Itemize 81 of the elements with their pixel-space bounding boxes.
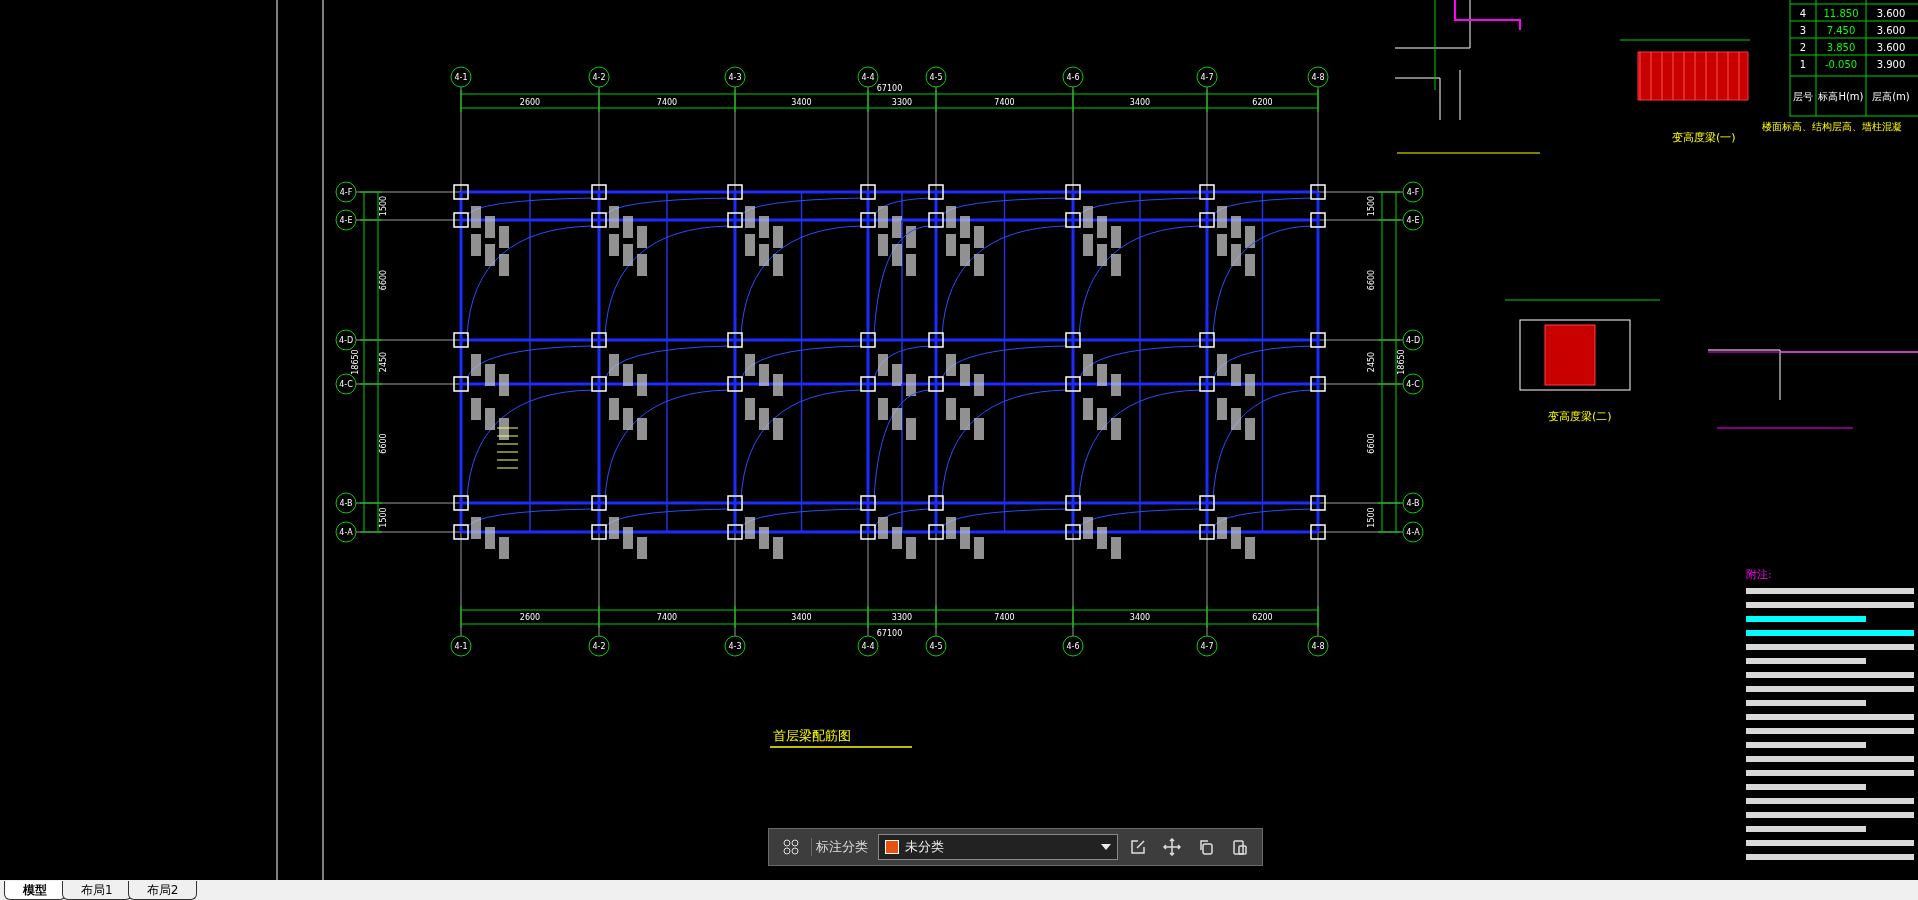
axis-bubble: 4-2 bbox=[588, 66, 610, 88]
table-cell: 3.900 bbox=[1876, 59, 1906, 70]
axis-bubble: 4-5 bbox=[925, 66, 947, 88]
table-cell: 标高H(m) bbox=[1818, 91, 1864, 102]
axis-bubble: 4-1 bbox=[450, 635, 472, 657]
dimension-label: 6600 bbox=[1367, 433, 1376, 454]
axis-bubble: 4-6 bbox=[1062, 635, 1084, 657]
axis-bubble: 4-D bbox=[1402, 329, 1424, 351]
axis-bubble: 4-D bbox=[335, 329, 357, 351]
dimension-label: 3400 bbox=[791, 613, 812, 622]
layout-tab[interactable]: 模型 bbox=[4, 881, 66, 900]
axis-bubble: 4-C bbox=[1402, 373, 1424, 395]
dimension-label: 6600 bbox=[1367, 269, 1376, 291]
table-cell: 层高(m) bbox=[1872, 91, 1910, 102]
category-dropdown[interactable]: 未分类 bbox=[878, 834, 1118, 860]
dimension-label: 7400 bbox=[994, 98, 1015, 107]
axis-bubble: 4-7 bbox=[1196, 66, 1218, 88]
dimension-label: 6600 bbox=[379, 433, 388, 454]
detail-title: 变高度梁(一) bbox=[1672, 131, 1736, 144]
axis-bubble: 4-6 bbox=[1062, 66, 1084, 88]
axis-bubble: 4-F bbox=[1402, 181, 1424, 203]
layout-tab[interactable]: 布局2 bbox=[127, 881, 198, 900]
dimension-label: 7400 bbox=[656, 98, 678, 107]
axis-bubble: 4-3 bbox=[724, 635, 746, 657]
table-cell: 2 bbox=[1799, 42, 1807, 53]
dimension-label: 1500 bbox=[379, 195, 388, 217]
table-cell: 11.850 bbox=[1823, 8, 1859, 19]
dimension-label: 2600 bbox=[519, 613, 541, 622]
table-cell: 层号 bbox=[1793, 91, 1813, 102]
axis-bubble: 4-8 bbox=[1307, 66, 1329, 88]
dimension-label: 6200 bbox=[1252, 613, 1273, 622]
dimension-label: 67100 bbox=[876, 629, 903, 638]
drawing-title: 首层梁配筋图 bbox=[773, 728, 851, 743]
table-cell: 7.450 bbox=[1826, 25, 1856, 36]
dimension-label: 6200 bbox=[1252, 98, 1273, 107]
toolbar-label: 标注分类 bbox=[811, 838, 872, 856]
dimension-label: 2450 bbox=[379, 351, 388, 373]
axis-bubble: 4-7 bbox=[1196, 635, 1218, 657]
axis-bubble: 4-2 bbox=[588, 635, 610, 657]
dimension-label: 3400 bbox=[1129, 98, 1151, 107]
table-cell: 3.600 bbox=[1876, 8, 1906, 19]
table-cell: 4 bbox=[1799, 8, 1807, 19]
caret-icon bbox=[1101, 844, 1111, 850]
dimension-label: 18650 bbox=[351, 349, 360, 375]
dimension-label: 67100 bbox=[876, 84, 903, 93]
dimension-label: 1500 bbox=[379, 507, 388, 528]
axis-bubble: 4-C bbox=[335, 373, 357, 395]
dimension-label: 3400 bbox=[791, 98, 812, 107]
axis-bubble: 4-E bbox=[335, 209, 357, 231]
axis-bubble: 4-B bbox=[1402, 492, 1424, 514]
dimension-label: 3400 bbox=[1129, 613, 1151, 622]
axis-bubble: 4-E bbox=[1402, 209, 1424, 231]
dimension-label: 3300 bbox=[891, 613, 913, 622]
dimension-label: 7400 bbox=[994, 613, 1015, 622]
dimension-label: 3300 bbox=[891, 98, 913, 107]
axis-bubble: 4-8 bbox=[1307, 635, 1329, 657]
table-cell: 3.850 bbox=[1826, 42, 1856, 53]
notes-heading: 附注: bbox=[1746, 568, 1772, 581]
dimension-label: 6600 bbox=[379, 269, 388, 291]
dimension-label: 2450 bbox=[1367, 351, 1376, 373]
dimension-label: 2600 bbox=[519, 98, 541, 107]
table-cell: -0.050 bbox=[1824, 59, 1858, 70]
table-cell: 3.600 bbox=[1876, 42, 1906, 53]
detail-title: 变高度梁(二) bbox=[1548, 410, 1612, 423]
table-cell: 3.600 bbox=[1876, 25, 1906, 36]
table-cell: 1 bbox=[1799, 59, 1807, 70]
axis-bubble: 4-1 bbox=[450, 66, 472, 88]
axis-bubble: 4-5 bbox=[925, 635, 947, 657]
dimension-label: 1500 bbox=[1367, 507, 1376, 528]
table-cell: 3 bbox=[1799, 25, 1807, 36]
dimension-label: 1500 bbox=[1367, 195, 1376, 217]
axis-bubble: 4-A bbox=[335, 521, 357, 543]
axis-bubble: 4-4 bbox=[857, 635, 879, 657]
axis-bubble: 4-3 bbox=[724, 66, 746, 88]
dimension-label: 18650 bbox=[1397, 349, 1406, 375]
layout-tab[interactable]: 布局1 bbox=[62, 881, 132, 900]
axis-bubble: 4-F bbox=[335, 181, 357, 203]
axis-bubble: 4-B bbox=[335, 492, 357, 514]
table-title: 楼面标高、结构层高、墙柱混凝 bbox=[1762, 121, 1902, 132]
dimension-label: 7400 bbox=[656, 613, 678, 622]
axis-bubble: 4-A bbox=[1402, 521, 1424, 543]
